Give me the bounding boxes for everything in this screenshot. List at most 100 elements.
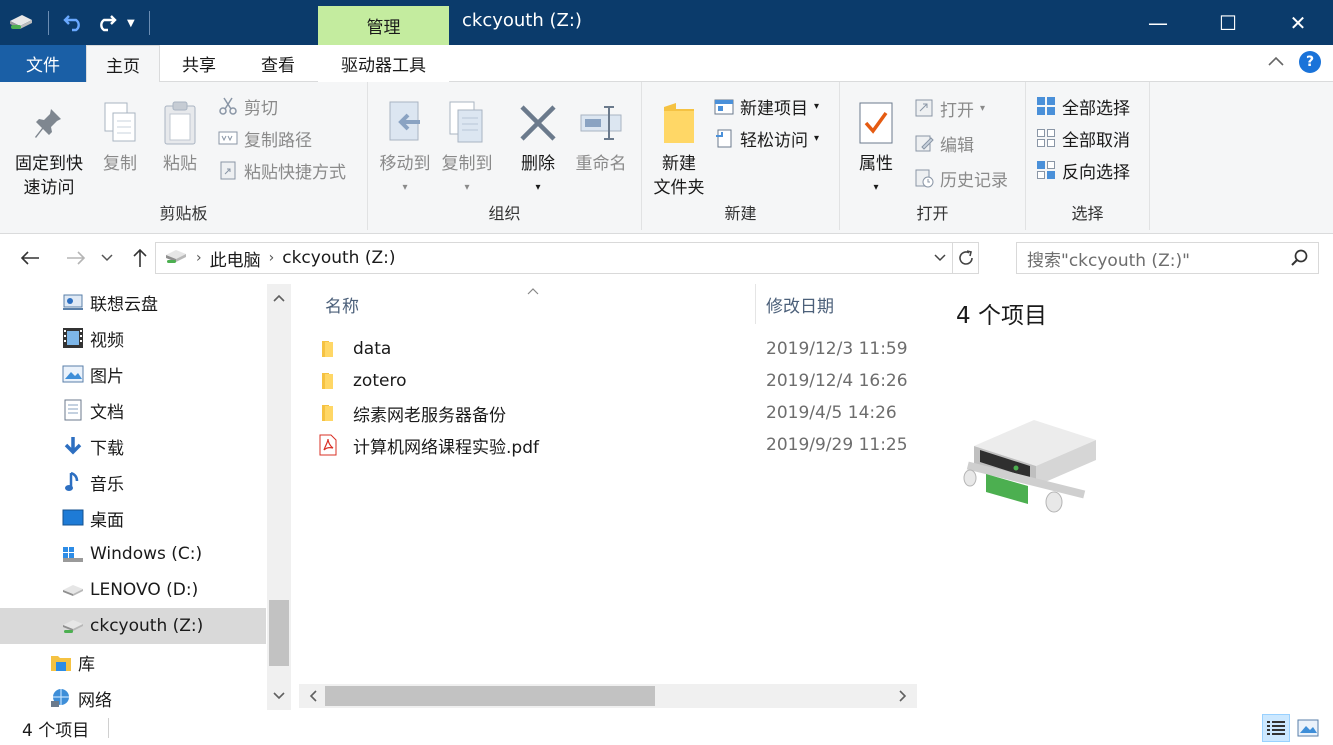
folder-icon bbox=[317, 370, 339, 392]
select-none-button[interactable]: 全部取消 bbox=[1036, 124, 1130, 152]
file-list: 名称 修改日期 data 2019/12/3 11:59 zotero 2019… bbox=[297, 284, 917, 710]
copy-button[interactable]: 复制 bbox=[92, 98, 148, 176]
cut-button[interactable]: 剪切 bbox=[218, 92, 278, 120]
title-bar: ▼ 管理 ckcyouth (Z:) — ☐ ✕ bbox=[0, 0, 1333, 45]
tab-file[interactable]: 文件 bbox=[0, 45, 86, 82]
redo-icon[interactable] bbox=[95, 10, 117, 37]
properties-button[interactable]: 属性 ▾ bbox=[846, 98, 906, 200]
column-header-name[interactable]: 名称 bbox=[325, 284, 359, 324]
recent-locations-button[interactable] bbox=[96, 244, 118, 272]
easy-access-button[interactable]: 轻松访问 ▾ bbox=[714, 124, 819, 152]
file-row[interactable]: data 2019/12/3 11:59 bbox=[317, 333, 917, 365]
pin-to-quick-access-button[interactable]: 固定到快 速访问 bbox=[10, 98, 88, 200]
tab-home[interactable]: 主页 bbox=[86, 45, 160, 83]
documents-icon bbox=[62, 399, 84, 421]
copy-path-button[interactable]: 复制路径 bbox=[218, 124, 312, 152]
paste-button[interactable]: 粘贴 bbox=[152, 98, 208, 176]
address-bar[interactable]: › 此电脑 › ckcyouth (Z:) bbox=[155, 242, 979, 274]
new-folder-icon bbox=[657, 98, 701, 148]
refresh-icon[interactable] bbox=[952, 243, 978, 273]
navigation-pane: 联想云盘 视频 图片 文档 下载 音乐 桌面 Windows (C:) LENO… bbox=[0, 284, 292, 711]
address-history-chevron-down-icon[interactable] bbox=[928, 250, 952, 266]
move-to-button[interactable]: 移动到 ▾ bbox=[372, 98, 438, 200]
select-none-icon bbox=[1036, 128, 1056, 148]
new-item-icon bbox=[714, 96, 734, 116]
quick-access-toolbar: ▼ bbox=[8, 8, 154, 38]
column-divider[interactable] bbox=[755, 284, 756, 324]
group-label-new: 新建 bbox=[724, 204, 757, 223]
video-icon bbox=[62, 327, 84, 349]
filelist-horizontal-scrollbar[interactable] bbox=[299, 684, 917, 708]
edit-button[interactable]: 编辑 bbox=[914, 129, 974, 157]
sidebar-item-cloud-drive[interactable]: 联想云盘 bbox=[0, 284, 266, 320]
toolbar-separator bbox=[48, 11, 49, 35]
scroll-left-chevron-icon[interactable] bbox=[301, 684, 325, 708]
sidebar-item-lenovo-drive[interactable]: LENOVO (D:) bbox=[0, 572, 266, 608]
navpane-vertical-scrollbar[interactable] bbox=[267, 284, 291, 710]
sidebar-item-ckcyouth-drive[interactable]: ckcyouth (Z:) bbox=[0, 608, 266, 644]
collapse-ribbon-chevron-up-icon[interactable] bbox=[1267, 52, 1285, 72]
breadcrumb-chevron-icon[interactable]: › bbox=[196, 250, 202, 266]
details-pane: 4 个项目 bbox=[918, 284, 1333, 710]
library-icon bbox=[50, 651, 72, 673]
folder-icon bbox=[317, 402, 339, 424]
large-icons-view-button[interactable] bbox=[1294, 714, 1322, 742]
scrollbar-thumb[interactable] bbox=[325, 686, 655, 706]
paste-shortcut-button[interactable]: 粘贴快捷方式 bbox=[218, 156, 346, 184]
sidebar-item-pictures[interactable]: 图片 bbox=[0, 356, 266, 392]
sidebar-item-windows-drive[interactable]: Windows (C:) bbox=[0, 536, 266, 572]
file-row[interactable]: 计算机网络课程实验.pdf 2019/9/29 11:25 bbox=[317, 429, 917, 461]
sidebar-item-music[interactable]: 音乐 bbox=[0, 464, 266, 500]
search-icon[interactable] bbox=[1290, 248, 1310, 273]
scroll-right-chevron-icon[interactable] bbox=[891, 684, 915, 708]
scrollbar-thumb[interactable] bbox=[269, 600, 289, 666]
breadcrumb-this-pc[interactable]: 此电脑 bbox=[210, 246, 261, 271]
sidebar-item-videos[interactable]: 视频 bbox=[0, 320, 266, 356]
forward-button[interactable] bbox=[62, 244, 90, 272]
tab-view[interactable]: 查看 bbox=[238, 45, 318, 82]
sidebar-item-documents[interactable]: 文档 bbox=[0, 392, 266, 428]
file-row[interactable]: zotero 2019/12/4 16:26 bbox=[317, 365, 917, 397]
new-folder-button[interactable]: 新建 文件夹 bbox=[646, 98, 712, 200]
navigation-bar: › 此电脑 › ckcyouth (Z:) 搜索"ckcyouth (Z:)" bbox=[0, 234, 1333, 282]
delete-button[interactable]: 删除 ▾ bbox=[508, 98, 568, 200]
history-button[interactable]: 历史记录 bbox=[914, 164, 1008, 192]
open-button[interactable]: 打开 ▾ bbox=[914, 94, 985, 122]
tab-manage[interactable]: 管理 bbox=[318, 6, 449, 45]
rename-button[interactable]: 重命名 bbox=[568, 98, 634, 176]
up-button[interactable] bbox=[126, 244, 154, 272]
status-item-count: 4 个项目 bbox=[22, 721, 90, 741]
breadcrumb-chevron-icon[interactable]: › bbox=[269, 250, 275, 266]
new-item-button[interactable]: 新建项目 ▾ bbox=[714, 92, 819, 120]
pdf-icon bbox=[317, 434, 339, 456]
search-input[interactable]: 搜索"ckcyouth (Z:)" bbox=[1016, 242, 1319, 274]
file-row[interactable]: 综素网老服务器备份 2019/4/5 14:26 bbox=[317, 397, 917, 429]
scroll-down-chevron-icon[interactable] bbox=[267, 684, 291, 708]
copy-icon bbox=[98, 98, 142, 148]
tab-drive-tools[interactable]: 驱动器工具 bbox=[318, 45, 449, 82]
download-icon bbox=[62, 435, 84, 457]
back-button[interactable] bbox=[16, 244, 44, 272]
maximize-button[interactable]: ☐ bbox=[1193, 0, 1263, 45]
minimize-button[interactable]: — bbox=[1123, 0, 1193, 45]
group-open: 属性 ▾ 打开 ▾ 编辑 历史记录 打开 bbox=[840, 82, 1026, 230]
group-new: 新建 文件夹 新建项目 ▾ 轻松访问 ▾ 新建 bbox=[642, 82, 840, 230]
breadcrumb-current-drive[interactable]: ckcyouth (Z:) bbox=[282, 248, 395, 268]
copy-to-button[interactable]: 复制到 ▾ bbox=[434, 98, 500, 200]
scroll-up-chevron-icon[interactable] bbox=[267, 286, 291, 310]
details-view-button[interactable] bbox=[1262, 714, 1290, 742]
sidebar-item-desktop[interactable]: 桌面 bbox=[0, 500, 266, 536]
tab-share[interactable]: 共享 bbox=[160, 45, 238, 82]
column-header-date[interactable]: 修改日期 bbox=[766, 284, 834, 324]
invert-selection-button[interactable]: 反向选择 bbox=[1036, 156, 1130, 184]
sidebar-item-downloads[interactable]: 下载 bbox=[0, 428, 266, 464]
sidebar-item-libraries[interactable]: 库 bbox=[0, 644, 266, 680]
arrow-up-icon bbox=[133, 248, 147, 267]
customize-toolbar-chevron-icon[interactable]: ▼ bbox=[127, 18, 135, 29]
undo-icon[interactable] bbox=[63, 10, 85, 37]
select-all-button[interactable]: 全部选择 bbox=[1036, 92, 1130, 120]
network-drive-large-icon bbox=[954, 416, 1104, 521]
copy-path-icon bbox=[218, 128, 238, 148]
help-icon[interactable]: ? bbox=[1299, 51, 1321, 73]
close-button[interactable]: ✕ bbox=[1263, 0, 1333, 45]
